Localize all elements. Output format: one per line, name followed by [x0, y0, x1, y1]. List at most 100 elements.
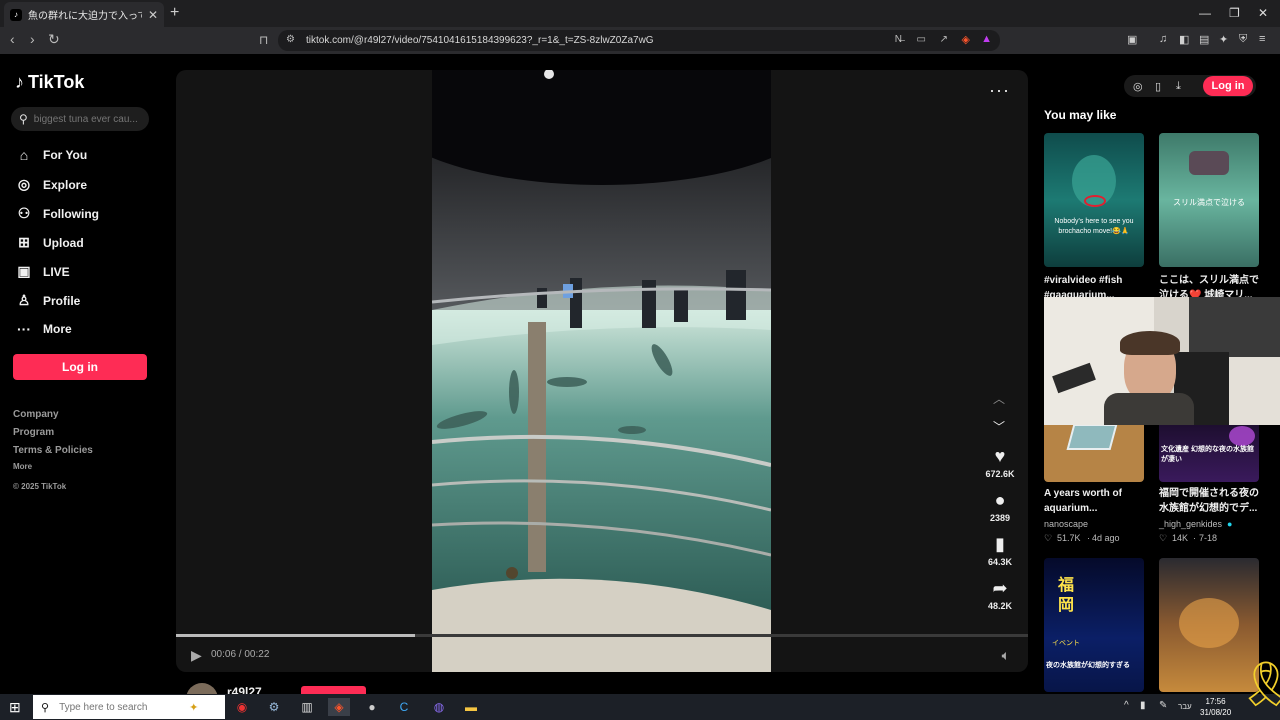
- goldfish-bowl-shape: [1179, 598, 1239, 648]
- tiktok-favicon-icon: ♪: [10, 8, 22, 21]
- browser-tab[interactable]: ♪ 魚の群れに大迫力で入ってみた！| ✕: [4, 2, 164, 27]
- taskbar-search[interactable]: ⚲ ✦: [33, 695, 225, 719]
- thumbnail-overlay-title: 福岡: [1058, 577, 1075, 614]
- ai-icon[interactable]: ✦: [1219, 33, 1228, 46]
- recommended-user[interactable]: nanoscape: [1044, 519, 1088, 529]
- windows-taskbar: ⊞ ⚲ ✦ ◉ ⚙ ▥ ◈ ● C ◍ ▬ ^ ▮ ✎ עבר 17:56 31…: [0, 660, 1280, 720]
- reload-icon[interactable]: ↻: [48, 31, 60, 48]
- footer-terms[interactable]: Terms & Policies: [13, 445, 93, 456]
- nav-following[interactable]: ⚇ Following: [15, 205, 99, 222]
- save-action[interactable]: ▮ 64.3K: [982, 534, 1018, 567]
- app-obs-icon[interactable]: ◉: [231, 698, 253, 716]
- app-messenger-icon[interactable]: ◍: [428, 698, 450, 716]
- footer-more[interactable]: More: [13, 462, 32, 471]
- windows-start-icon[interactable]: ⊞: [9, 699, 21, 716]
- app-brave-icon[interactable]: ◈: [328, 698, 350, 716]
- video-frame[interactable]: [432, 70, 771, 672]
- recommended-user[interactable]: _high_genkides: [1159, 519, 1222, 529]
- thumbnail-overlay-caption: 夜の水族館が幻想的すぎる: [1046, 662, 1130, 669]
- bookmark-icon: ▮: [995, 534, 1005, 554]
- footer-program[interactable]: Program: [13, 427, 54, 438]
- brave-shield-icon[interactable]: ◈: [962, 33, 970, 46]
- new-tab-icon[interactable]: +: [170, 4, 179, 22]
- cast-icon[interactable]: ▭: [917, 34, 926, 45]
- logo-text: TikTok: [28, 72, 85, 92]
- recommended-thumbnail[interactable]: 福岡 イベント 夜の水族館が幻想的すぎる: [1044, 558, 1144, 692]
- like-action[interactable]: ♥ 672.6K: [982, 446, 1018, 479]
- aquarium-tank-shape: [1066, 424, 1118, 450]
- share-action[interactable]: ➦ 48.2K: [982, 578, 1018, 611]
- app-steam-icon[interactable]: ⚙: [263, 698, 285, 716]
- microphone-icon[interactable]: ▮: [1140, 700, 1146, 711]
- menu-icon[interactable]: ≡: [1259, 33, 1265, 45]
- tiktok-sidebar: ♪ TikTok ⚲ ⌂ For You ◎ Explore ⚇ Followi…: [0, 54, 160, 694]
- search-box[interactable]: ⚲: [11, 107, 149, 131]
- more-options-icon[interactable]: ···: [989, 80, 1010, 101]
- wallet-icon[interactable]: ▤: [1199, 33, 1209, 46]
- tray-up-icon[interactable]: ^: [1124, 700, 1129, 711]
- nav-more[interactable]: ··· More: [15, 321, 72, 337]
- shelf-shape: [1229, 357, 1280, 425]
- recommended-thumbnail[interactable]: スリル満点で泣ける: [1159, 133, 1259, 267]
- leo-icon[interactable]: ▣: [1127, 33, 1137, 46]
- no-translate-icon[interactable]: N̶: [895, 34, 902, 45]
- live-icon: ▣: [17, 263, 31, 279]
- recommended-title[interactable]: 福岡で開催される夜の 水族館が幻想的でデ...: [1159, 486, 1259, 516]
- nav-upload[interactable]: ⊞ Upload: [15, 234, 84, 251]
- bookmark-icon[interactable]: ⊓: [259, 33, 268, 47]
- recommended-title[interactable]: A years worth of aquarium...: [1044, 486, 1144, 516]
- nav-explore[interactable]: ◎ Explore: [15, 176, 87, 193]
- heart-small-icon: ♡: [1044, 533, 1053, 543]
- system-clock[interactable]: 17:56 31/08/20: [1200, 696, 1231, 718]
- login-button[interactable]: Log in: [13, 354, 147, 380]
- home-icon: ⌂: [19, 147, 29, 163]
- pen-icon[interactable]: ✎: [1159, 700, 1167, 711]
- recommended-thumbnail[interactable]: Nobody's here to see you brochacho move!…: [1044, 133, 1144, 267]
- site-info-icon[interactable]: ⚙: [286, 34, 295, 45]
- address-bar[interactable]: ⚙ tiktok.com/@r49l27/video/7541041615184…: [278, 30, 1000, 51]
- taskbar-search-input[interactable]: [59, 701, 180, 713]
- comment-action[interactable]: ● 2389: [982, 490, 1018, 523]
- nav-profile[interactable]: ♙ Profile: [15, 292, 81, 309]
- restore-icon[interactable]: ❐: [1229, 6, 1240, 20]
- previous-video-icon[interactable]: ︿: [993, 390, 1005, 407]
- app-c-icon[interactable]: C: [393, 698, 415, 716]
- video-player[interactable]: ··· ︿ ﹀ ♥ 672.6K ● 2389 ▮ 64.3K ➦ 48.2K …: [176, 70, 1028, 672]
- explore-compass-icon[interactable]: ◎: [1133, 80, 1143, 93]
- back-icon[interactable]: ‹: [10, 31, 15, 47]
- share-icon[interactable]: ↗: [940, 34, 948, 45]
- close-tab-icon[interactable]: ✕: [148, 8, 158, 22]
- header-login-button[interactable]: Log in: [1203, 76, 1253, 96]
- compass-icon: ◎: [17, 176, 31, 192]
- play-icon[interactable]: ▶: [191, 647, 202, 664]
- volume-icon[interactable]: 🔈︎: [1002, 647, 1010, 664]
- footer-company[interactable]: Company: [13, 409, 59, 420]
- time-display: 00:06 / 00:22: [211, 649, 270, 660]
- browser-toolbar: ‹ › ↻ ⊓ ⚙ tiktok.com/@r49l27/video/75410…: [0, 27, 1280, 54]
- recommended-thumbnail[interactable]: [1044, 420, 1144, 482]
- download-icon[interactable]: ⤓: [1176, 80, 1181, 93]
- nav-label: LIVE: [43, 264, 70, 279]
- language-indicator[interactable]: עבר: [1178, 702, 1192, 711]
- sidebar-icon[interactable]: ◧: [1179, 33, 1189, 46]
- forward-icon[interactable]: ›: [30, 31, 35, 47]
- next-video-icon[interactable]: ﹀: [993, 418, 1005, 435]
- close-window-icon[interactable]: ✕: [1258, 6, 1268, 20]
- tiktok-logo[interactable]: ♪ TikTok: [15, 72, 84, 93]
- separator: ·: [1087, 533, 1090, 543]
- nav-live[interactable]: ▣ LIVE: [15, 263, 70, 280]
- follow-button[interactable]: [301, 686, 366, 694]
- minimize-icon[interactable]: —: [1199, 6, 1211, 20]
- media-icon[interactable]: ♫: [1159, 33, 1167, 45]
- video-progress-bar[interactable]: [176, 634, 1028, 637]
- vpn-icon[interactable]: ⛨: [1239, 33, 1247, 46]
- app-files-icon[interactable]: ▥: [296, 698, 318, 716]
- mobile-icon[interactable]: ▯: [1155, 80, 1161, 93]
- app-icon[interactable]: ●: [361, 698, 383, 716]
- recommended-thumbnail[interactable]: 文化遺産 幻想的な夜の水族館が凄い: [1159, 420, 1259, 482]
- nav-for-you[interactable]: ⌂ For You: [15, 147, 87, 163]
- search-input[interactable]: [33, 113, 142, 125]
- thumbnail-overlay-sub: イベント: [1052, 640, 1080, 647]
- rewards-icon[interactable]: ▲: [981, 33, 992, 45]
- app-explorer-icon[interactable]: ▬: [460, 698, 482, 716]
